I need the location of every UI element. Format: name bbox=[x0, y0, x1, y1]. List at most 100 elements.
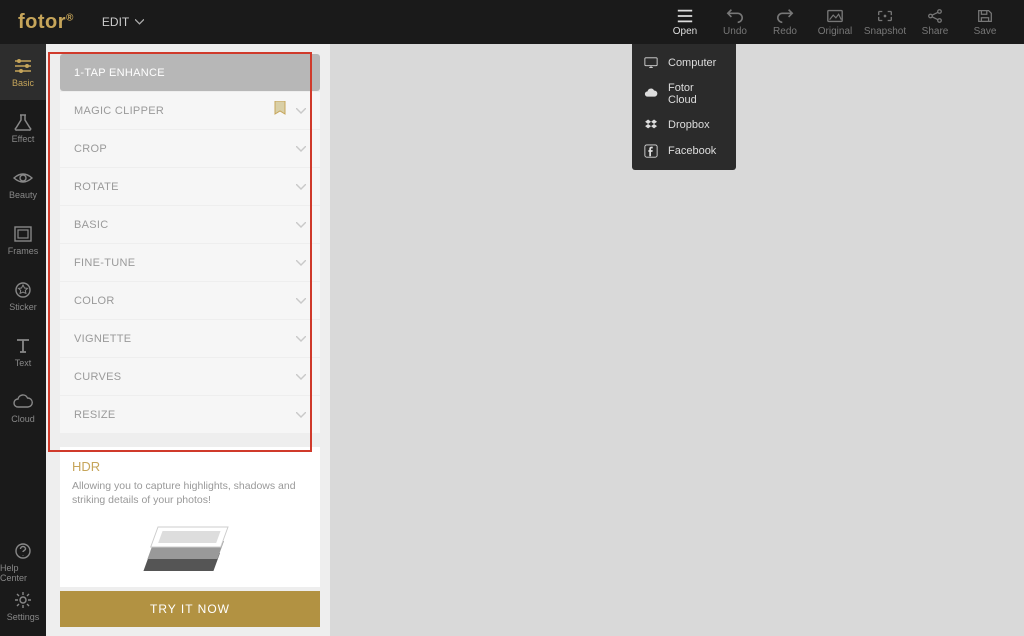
text-icon bbox=[13, 337, 33, 355]
open-fotor-cloud-label: Fotor Cloud bbox=[668, 82, 724, 106]
open-dropbox-label: Dropbox bbox=[668, 119, 710, 131]
help-icon bbox=[13, 542, 33, 560]
acc-1tap-enhance[interactable]: 1-TAP ENHANCE bbox=[60, 54, 320, 91]
acc-color[interactable]: COLOR bbox=[60, 282, 320, 319]
save-icon bbox=[976, 8, 994, 24]
chevron-down-icon bbox=[296, 374, 306, 380]
cloud-icon bbox=[644, 87, 658, 101]
acc-basic[interactable]: BASIC bbox=[60, 206, 320, 243]
nav-help-center[interactable]: Help Center bbox=[0, 540, 46, 584]
open-button[interactable]: Open bbox=[660, 0, 710, 44]
nav-text-label: Text bbox=[15, 358, 32, 368]
nav-frames[interactable]: Frames bbox=[0, 212, 46, 268]
original-label: Original bbox=[818, 26, 852, 37]
open-facebook-label: Facebook bbox=[668, 145, 716, 157]
chevron-down-icon bbox=[296, 298, 306, 304]
acc-resize[interactable]: RESIZE bbox=[60, 396, 320, 433]
save-label: Save bbox=[974, 26, 997, 37]
nav-help-label: Help Center bbox=[0, 563, 46, 583]
acc-basic-label: BASIC bbox=[74, 219, 109, 231]
brand-text: fotor bbox=[18, 11, 66, 33]
acc-curves[interactable]: CURVES bbox=[60, 358, 320, 395]
hdr-card: HDR Allowing you to capture highlights, … bbox=[60, 447, 320, 587]
try-it-now-button[interactable]: TRY IT NOW bbox=[60, 591, 320, 627]
nav-cloud-label: Cloud bbox=[11, 414, 35, 424]
accordion: 1-TAP ENHANCE MAGIC CLIPPER CROP ROTATE … bbox=[60, 54, 320, 433]
undo-label: Undo bbox=[723, 26, 747, 37]
nav-sticker[interactable]: Sticker bbox=[0, 268, 46, 324]
acc-rotate[interactable]: ROTATE bbox=[60, 168, 320, 205]
sliders-icon bbox=[13, 57, 33, 75]
left-nav: Basic Effect Beauty Frames Sticker Text … bbox=[0, 44, 46, 636]
nav-settings[interactable]: Settings bbox=[0, 584, 46, 628]
snapshot-icon bbox=[876, 8, 894, 24]
share-label: Share bbox=[922, 26, 949, 37]
basic-panel: 1-TAP ENHANCE MAGIC CLIPPER CROP ROTATE … bbox=[46, 44, 330, 636]
nav-cloud[interactable]: Cloud bbox=[0, 380, 46, 436]
chevron-down-icon bbox=[296, 336, 306, 342]
bookmark-icon bbox=[274, 101, 286, 115]
nav-beauty-label: Beauty bbox=[9, 190, 37, 200]
dropbox-icon bbox=[644, 118, 658, 132]
stacked-photos-icon bbox=[140, 517, 240, 581]
chevron-down-icon bbox=[296, 260, 306, 266]
redo-button[interactable]: Redo bbox=[760, 0, 810, 44]
open-label: Open bbox=[673, 26, 697, 37]
snapshot-button[interactable]: Snapshot bbox=[860, 0, 910, 44]
nav-frames-label: Frames bbox=[8, 246, 39, 256]
undo-icon bbox=[726, 8, 744, 24]
acc-rotate-label: ROTATE bbox=[74, 181, 119, 193]
toolbar-right: Open Undo Redo Original Snapshot Share S… bbox=[660, 0, 1010, 44]
nav-bottom-group: Help Center Settings bbox=[0, 540, 46, 636]
nav-sticker-label: Sticker bbox=[9, 302, 37, 312]
chevron-down-icon bbox=[296, 222, 306, 228]
acc-crop-label: CROP bbox=[74, 143, 107, 155]
share-button[interactable]: Share bbox=[910, 0, 960, 44]
acc-fine-tune-label: FINE-TUNE bbox=[74, 257, 135, 269]
brand-sup: ® bbox=[66, 12, 74, 23]
edit-dropdown[interactable]: EDIT bbox=[102, 15, 144, 29]
chevron-down-icon bbox=[296, 146, 306, 152]
acc-color-label: COLOR bbox=[74, 295, 115, 307]
chevron-down-icon bbox=[135, 19, 144, 25]
nav-effect-label: Effect bbox=[12, 134, 35, 144]
nav-beauty[interactable]: Beauty bbox=[0, 156, 46, 212]
cloud-nav-icon bbox=[13, 393, 33, 411]
acc-magic-clipper-label: MAGIC CLIPPER bbox=[74, 105, 164, 117]
acc-fine-tune[interactable]: FINE-TUNE bbox=[60, 244, 320, 281]
acc-curves-label: CURVES bbox=[74, 371, 121, 383]
hdr-title: HDR bbox=[72, 459, 308, 474]
nav-basic-label: Basic bbox=[12, 78, 34, 88]
facebook-icon bbox=[644, 144, 658, 158]
acc-crop[interactable]: CROP bbox=[60, 130, 320, 167]
open-facebook-item[interactable]: Facebook bbox=[632, 138, 736, 164]
redo-icon bbox=[776, 8, 794, 24]
hamburger-icon bbox=[676, 8, 694, 24]
nav-text[interactable]: Text bbox=[0, 324, 46, 380]
open-computer-item[interactable]: Computer bbox=[632, 50, 736, 76]
acc-magic-clipper[interactable]: MAGIC CLIPPER bbox=[60, 92, 320, 129]
nav-effect[interactable]: Effect bbox=[0, 100, 46, 156]
snapshot-label: Snapshot bbox=[864, 26, 906, 37]
flask-icon bbox=[13, 113, 33, 131]
top-bar: fotor® EDIT Open Undo Redo Original Snap… bbox=[0, 0, 1024, 44]
computer-icon bbox=[644, 56, 658, 70]
acc-vignette[interactable]: VIGNETTE bbox=[60, 320, 320, 357]
brand-logo: fotor® bbox=[18, 11, 74, 34]
gear-icon bbox=[13, 591, 33, 609]
nav-basic[interactable]: Basic bbox=[0, 44, 46, 100]
redo-label: Redo bbox=[773, 26, 797, 37]
hdr-description: Allowing you to capture highlights, shad… bbox=[72, 479, 308, 507]
share-icon bbox=[926, 8, 944, 24]
acc-enhance-label: 1-TAP ENHANCE bbox=[74, 67, 165, 79]
open-computer-label: Computer bbox=[668, 57, 716, 69]
nav-settings-label: Settings bbox=[7, 612, 40, 622]
chevron-down-icon bbox=[296, 412, 306, 418]
open-dropbox-item[interactable]: Dropbox bbox=[632, 112, 736, 138]
save-button[interactable]: Save bbox=[960, 0, 1010, 44]
frame-icon bbox=[13, 225, 33, 243]
acc-resize-label: RESIZE bbox=[74, 409, 116, 421]
undo-button[interactable]: Undo bbox=[710, 0, 760, 44]
original-button[interactable]: Original bbox=[810, 0, 860, 44]
open-fotor-cloud-item[interactable]: Fotor Cloud bbox=[632, 76, 736, 112]
